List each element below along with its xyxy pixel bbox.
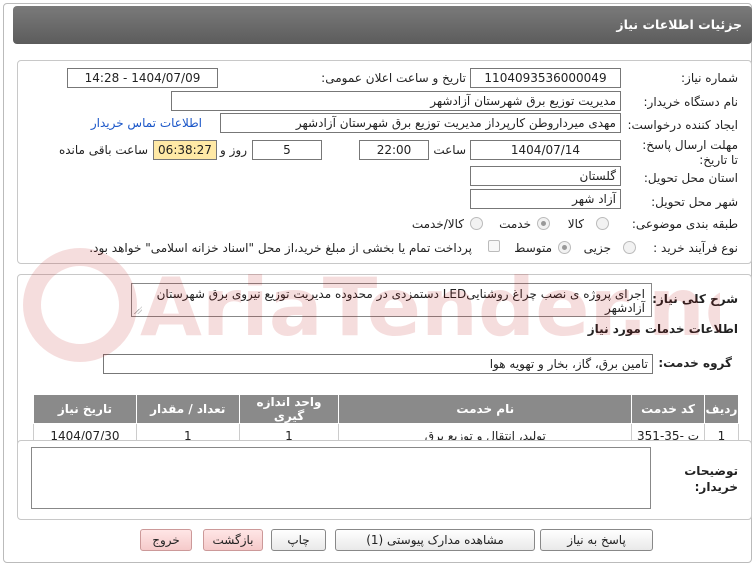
description-textarea[interactable]: اجرای پروژه ی نصب چراغ روشناییLED دستمزد… bbox=[131, 283, 652, 317]
process-label: نوع فرآیند خرید : bbox=[653, 241, 738, 255]
category-goods-radio[interactable] bbox=[596, 217, 609, 230]
services-section-title: اطلاعات خدمات مورد نیاز bbox=[587, 322, 738, 336]
category-both-radio[interactable] bbox=[470, 217, 483, 230]
deadline-time-field: 22:00 bbox=[359, 140, 429, 160]
city-field: آزاد شهر bbox=[470, 189, 621, 209]
deadline-date-field: 1404/07/14 bbox=[470, 140, 621, 160]
service-group-label: گروه خدمت: bbox=[658, 356, 732, 370]
col-header-date: تاریخ نیاز bbox=[33, 394, 137, 424]
process-minor-label: جزیی bbox=[583, 241, 611, 255]
page-title: جزئیات اطلاعات نیاز bbox=[13, 6, 752, 44]
reply-button[interactable]: پاسخ به نیاز bbox=[540, 529, 653, 551]
print-button[interactable]: چاپ bbox=[271, 529, 326, 551]
contact-buyer-link[interactable]: اطلاعات تماس خریدار bbox=[91, 116, 202, 130]
province-field: گلستان bbox=[470, 166, 621, 186]
col-header-unit: واحد اندازه گیری bbox=[238, 394, 340, 424]
col-header-name: نام خدمت bbox=[338, 394, 633, 424]
process-minor-radio[interactable] bbox=[623, 241, 636, 254]
col-header-row: ردیف bbox=[703, 394, 740, 424]
resize-handle[interactable] bbox=[134, 306, 142, 314]
province-label: استان محل تحویل: bbox=[643, 171, 738, 185]
days-field: 5 bbox=[252, 140, 322, 160]
col-header-code: کد خدمت bbox=[631, 394, 705, 424]
buyer-notes-textarea[interactable] bbox=[31, 447, 651, 509]
days-label: روز و bbox=[220, 143, 247, 157]
remaining-time-field: 06:38:27 bbox=[153, 140, 217, 160]
attachments-button[interactable]: مشاهده مدارک پیوستی (1) bbox=[335, 529, 535, 551]
announce-field: 1404/07/09 - 14:28 bbox=[67, 68, 218, 88]
need-number-field: 1104093536000049 bbox=[470, 68, 621, 88]
creator-field: مهدی میرداروطن کارپرداز مدیریت توزیع برق… bbox=[220, 113, 621, 133]
creator-label: ایجاد کننده درخواست: bbox=[627, 118, 738, 132]
payment-note: پرداخت تمام یا بخشی از مبلغ خرید،از محل … bbox=[89, 241, 472, 255]
need-number-label: شماره نیاز: bbox=[681, 71, 738, 85]
city-label: شهر محل تحویل: bbox=[651, 195, 738, 209]
process-medium-label: متوسط bbox=[514, 241, 552, 255]
description-label: شرح کلی نیاز: bbox=[652, 292, 738, 306]
back-button[interactable]: بازگشت bbox=[203, 529, 263, 551]
category-service-radio[interactable] bbox=[537, 217, 550, 230]
category-service-label: خدمت bbox=[499, 217, 531, 231]
buyer-notes-label: توضیحات خریدار: bbox=[684, 464, 738, 494]
process-medium-radio[interactable] bbox=[558, 241, 571, 254]
announce-label: تاریخ و ساعت اعلان عمومی: bbox=[321, 71, 466, 85]
deadline-label: مهلت ارسال پاسخ: تا تاریخ: bbox=[642, 138, 738, 167]
treasury-payment-checkbox[interactable] bbox=[488, 240, 500, 252]
col-header-qty: تعداد / مقدار bbox=[135, 394, 240, 424]
category-both-label: کالا/خدمت bbox=[411, 217, 464, 231]
table-header-row: ردیف کد خدمت نام خدمت واحد اندازه گیری ت… bbox=[33, 394, 740, 424]
deadline-time-label: ساعت bbox=[433, 143, 466, 157]
category-label: طبقه بندی موضوعی: bbox=[631, 217, 738, 231]
service-group-field: تامین برق، گاز، بخار و تهویه هوا bbox=[103, 354, 653, 374]
description-text: اجرای پروژه ی نصب چراغ روشناییLED دستمزد… bbox=[156, 287, 645, 315]
buyer-org-label: نام دستگاه خریدار: bbox=[643, 95, 739, 109]
remaining-label: ساعت باقی مانده bbox=[58, 143, 148, 157]
category-goods-label: کالا bbox=[567, 217, 584, 231]
exit-button[interactable]: خروج bbox=[140, 529, 192, 551]
buyer-org-field: مدیریت توزیع برق شهرستان آزادشهر bbox=[171, 91, 621, 111]
